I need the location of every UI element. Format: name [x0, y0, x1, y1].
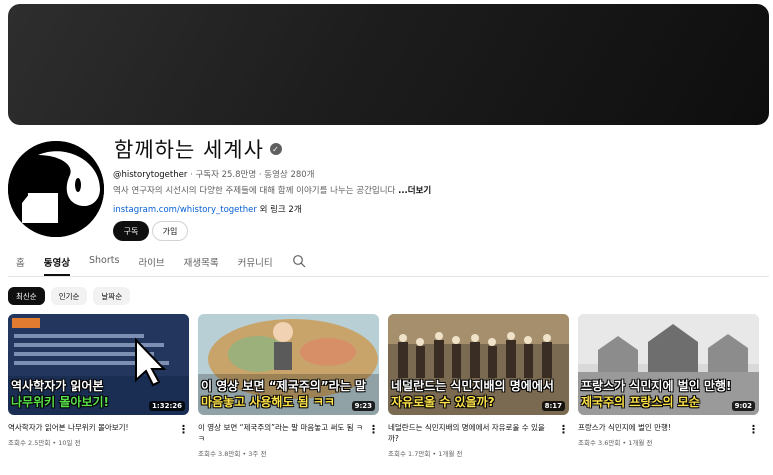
more-vert-icon[interactable]: ⋮: [368, 424, 379, 436]
video-duration: 8:17: [541, 401, 565, 411]
video-meta: 조회수 3.8만회 • 3주 전: [198, 449, 267, 458]
video-card[interactable]: 프랑스가 식민지에 벌인 만행! 제국주의 프랑스의 모순 9:02 프랑스가 …: [578, 314, 759, 447]
video-title[interactable]: 역사학자가 읽어본 나무위키 몰아보기!: [8, 423, 174, 434]
video-title[interactable]: 이 영상 보면 “제국주의”라는 말 마음놓고 써도 됨 ㅋㅋ: [198, 423, 364, 445]
video-thumbnail[interactable]: 네덜란드는 식민지배의 명에에서 자유로울 수 있을까? 8:17: [388, 314, 569, 415]
video-duration: 9:02: [731, 401, 755, 411]
subscriber-count: 구독자 25.8만명: [195, 170, 257, 180]
channel-links: instagram.com/whistory_together 외 링크 2개: [113, 203, 302, 215]
video-title[interactable]: 프랑스가 식민지에 벌인 만행!: [578, 423, 744, 434]
channel-banner: [8, 4, 769, 125]
tab-home[interactable]: 홈: [16, 251, 25, 276]
thumbnail-caption-bottom: 자유로울 수 있을까?: [391, 395, 495, 409]
thumbnail-caption-top: 역사학자가 읽어본: [11, 379, 104, 393]
tab-shorts[interactable]: Shorts: [89, 251, 119, 276]
instagram-link[interactable]: instagram.com/whistory_together: [113, 205, 257, 215]
more-vert-icon[interactable]: ⋮: [178, 424, 189, 436]
meta-separator: ‧: [258, 170, 262, 180]
chip-popular[interactable]: 인기순: [50, 287, 88, 305]
video-thumbnail[interactable]: 이 영상 보면 “제국주의”라는 말 마음놓고 사용해도 됨 ㅋㅋ 9:23: [198, 314, 379, 415]
video-duration: 9:23: [351, 401, 375, 411]
tab-playlists[interactable]: 재생목록: [184, 251, 219, 276]
more-link[interactable]: ...더보기: [398, 186, 431, 196]
sort-chips: 최신순 인기순 날짜순: [8, 287, 131, 305]
verified-check-icon: ✓: [269, 143, 282, 155]
thumbnail-caption-bottom: 마음놓고 사용해도 됨 ㅋㅋ: [201, 395, 335, 409]
channel-title: 함께하는 세계사 ✓: [114, 134, 282, 164]
channel-description[interactable]: 역사 연구자의 시선시의 다양한 주제들에 대해 함께 이야기를 나누는 공간입…: [113, 184, 431, 196]
channel-tabs: 홈 동영상 Shorts 라이브 재생목록 커뮤니티: [8, 251, 769, 277]
avatar-logo-icon: [8, 141, 104, 237]
thumbnail-caption-top: 이 영상 보면 “제국주의”라는 말: [201, 379, 366, 393]
more-vert-icon[interactable]: ⋮: [558, 424, 569, 436]
thumbnail-caption-bottom: 나무위키 몰아보기!: [11, 395, 109, 409]
video-count: 동영상 280개: [264, 170, 315, 180]
more-links[interactable]: 외 링크 2개: [260, 205, 302, 215]
video-meta: 조회수 3.6만회 • 1개월 전: [578, 438, 653, 447]
video-grid: 역사학자가 읽어본 나무위키 몰아보기! 1:32:26 역사학자가 읽어본 나…: [8, 314, 769, 474]
tab-videos[interactable]: 동영상: [43, 251, 70, 276]
channel-handle: @historytogether: [113, 170, 188, 180]
thumbnail-caption-bottom: 제국주의 프랑스의 모순: [581, 395, 700, 409]
chip-latest[interactable]: 최신순: [8, 287, 45, 305]
thumbnail-caption-top: 네덜란드는 식민지배의 명에에서: [391, 379, 554, 393]
channel-name: 함께하는 세계사: [114, 138, 264, 162]
thumbnail-caption-top: 프랑스가 식민지에 벌인 만행!: [581, 379, 732, 393]
subscribe-button[interactable]: 구독: [113, 221, 149, 241]
video-card[interactable]: 네덜란드는 식민지배의 명에에서 자유로울 수 있을까? 8:17 네덜란드는 …: [388, 314, 569, 458]
meta-separator: ‧: [190, 170, 193, 180]
chip-oldest[interactable]: 날짜순: [93, 287, 131, 305]
more-vert-icon[interactable]: ⋮: [748, 424, 759, 436]
description-text: 역사 연구자의 시선시의 다양한 주제들에 대해 함께 이야기를 나누는 공간입…: [113, 186, 396, 196]
video-thumbnail[interactable]: 역사학자가 읽어본 나무위키 몰아보기! 1:32:26: [8, 314, 189, 415]
video-card[interactable]: 역사학자가 읽어본 나무위키 몰아보기! 1:32:26 역사학자가 읽어본 나…: [8, 314, 189, 447]
video-thumbnail[interactable]: 프랑스가 식민지에 벌인 만행! 제국주의 프랑스의 모순 9:02: [578, 314, 759, 415]
join-button[interactable]: 가입: [152, 221, 188, 241]
search-icon[interactable]: [292, 254, 306, 268]
video-duration: 1:32:26: [149, 401, 185, 411]
channel-avatar[interactable]: [8, 141, 104, 237]
channel-meta: @historytogether ‧ 구독자 25.8만명 ‧ 동영상 280개: [113, 168, 315, 180]
tab-community[interactable]: 커뮤니티: [238, 251, 273, 276]
video-meta: 조회수 2.5만회 • 10일 전: [8, 438, 81, 447]
video-meta: 조회수 1.7만회 • 1개월 전: [388, 449, 463, 458]
tab-live[interactable]: 라이브: [138, 251, 164, 276]
video-card[interactable]: 이 영상 보면 “제국주의”라는 말 마음놓고 사용해도 됨 ㅋㅋ 9:23 이…: [198, 314, 379, 458]
video-title[interactable]: 네덜란드는 식민지배의 명에에서 자유로울 수 있을까?: [388, 423, 554, 445]
